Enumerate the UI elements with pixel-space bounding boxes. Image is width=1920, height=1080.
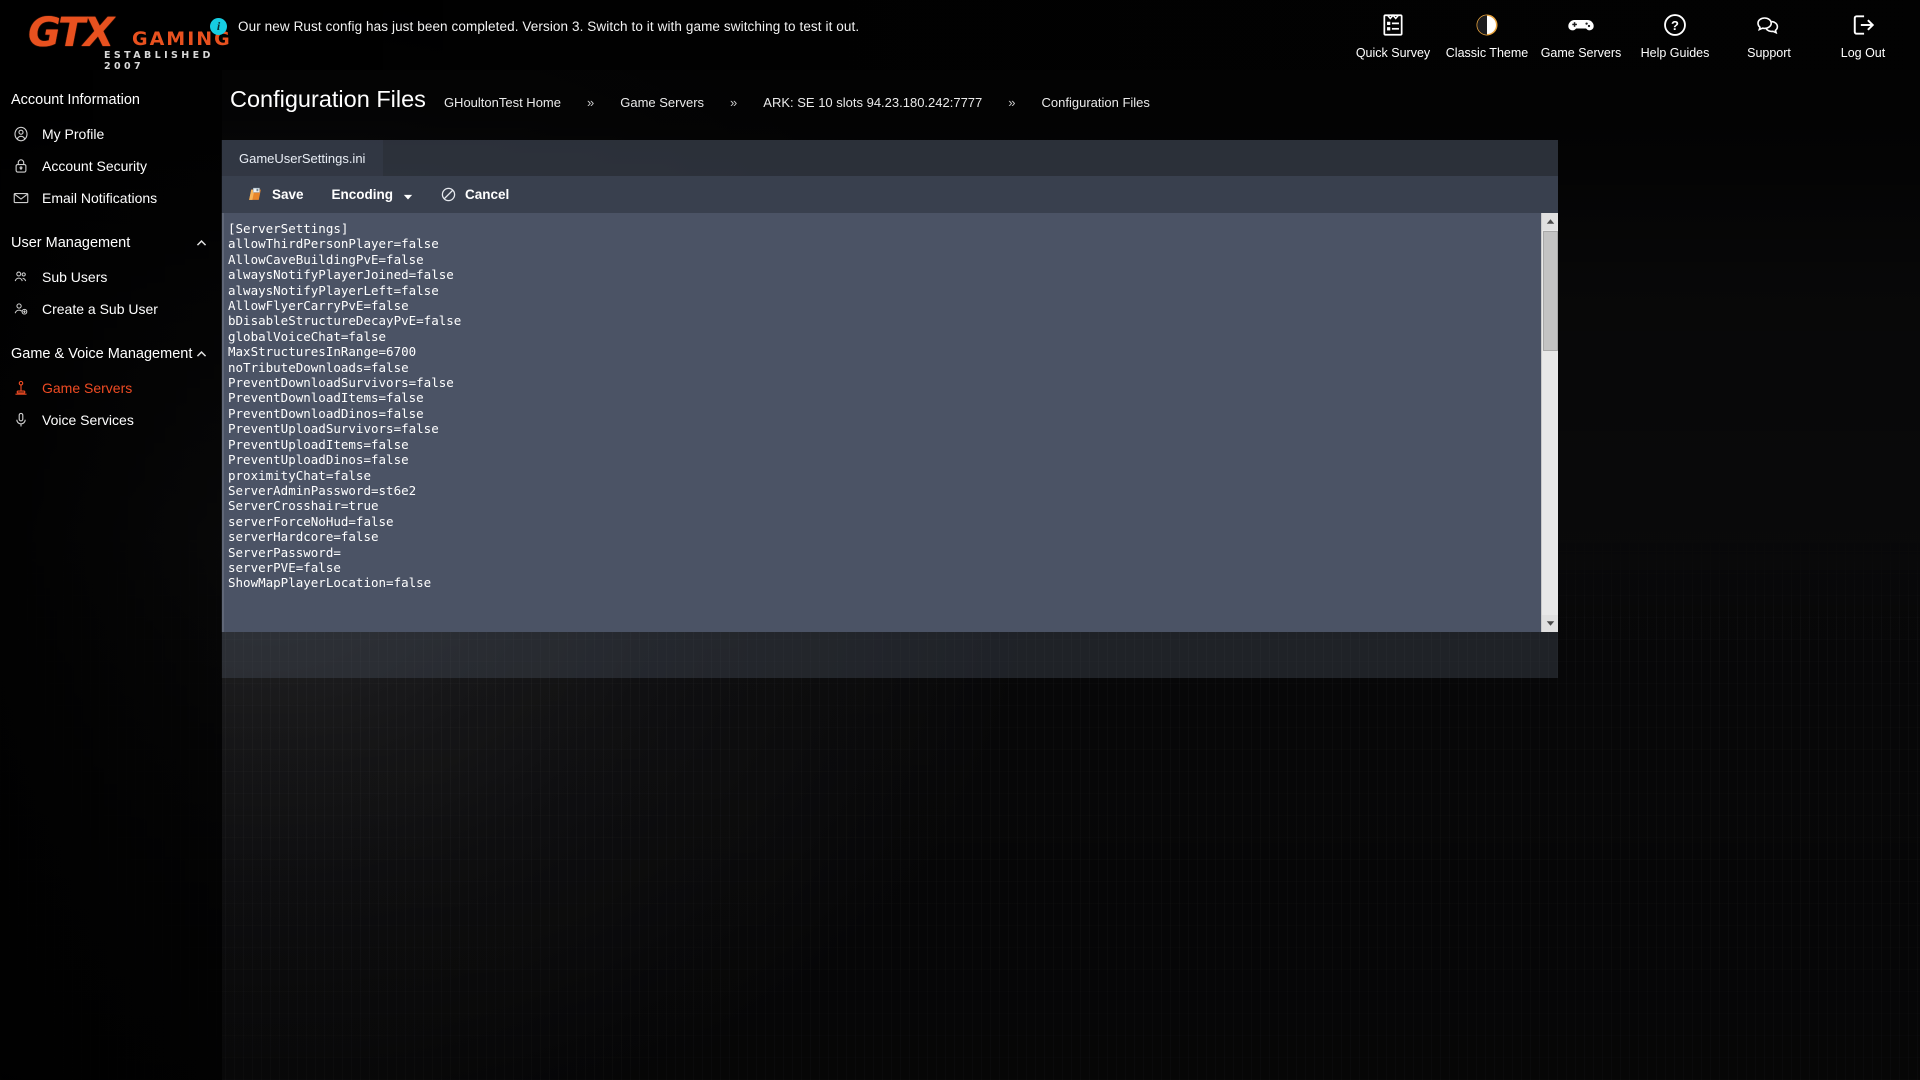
logout-icon <box>1850 10 1876 40</box>
sidebar-item-game-servers[interactable]: Game Servers <box>0 372 222 404</box>
save-button-label: Save <box>272 187 304 202</box>
tab-gameusersettings-ini[interactable]: GameUserSettings.ini <box>221 140 384 176</box>
header-nav-game-servers[interactable]: Game Servers <box>1534 6 1628 60</box>
header-nav: Quick Survey Classic Theme Game Servers … <box>1346 6 1910 60</box>
info-icon: i <box>210 18 227 35</box>
sidebar-item-email-notifications[interactable]: Email Notifications <box>0 182 222 214</box>
breadcrumb-item-server[interactable]: ARK: SE 10 slots 94.23.180.242:7777 <box>759 95 986 110</box>
notification-banner: i Our new Rust config has just been comp… <box>210 18 859 35</box>
editor-body: [ServerSettings] allowThirdPersonPlayer=… <box>221 213 1558 632</box>
breadcrumb-separator: » <box>1008 95 1016 110</box>
site-header: GTX GAMING ESTABLISHED 2007 i Our new Ru… <box>0 0 1920 72</box>
ban-circle-icon <box>440 186 457 203</box>
editor-scrollbar[interactable] <box>1541 213 1558 632</box>
scrollbar-up-arrow[interactable] <box>1542 213 1558 230</box>
config-editor-panel: GameUserSettings.ini Save Encoding Cance… <box>221 140 1558 632</box>
scrollbar-thumb[interactable] <box>1543 231 1558 351</box>
editor-toolbar: Save Encoding Cancel <box>221 176 1558 213</box>
chevron-up-icon <box>195 237 208 250</box>
header-nav-quick-survey[interactable]: Quick Survey <box>1346 6 1440 60</box>
sidebar: Account Information My Profile Account S… <box>0 70 222 1080</box>
encoding-dropdown[interactable]: Encoding <box>318 183 427 206</box>
sidebar-item-label: Game Servers <box>42 380 133 396</box>
header-nav-support[interactable]: Support <box>1722 6 1816 60</box>
sidebar-heading-account-information: Account Information <box>0 70 222 118</box>
cancel-button-label: Cancel <box>465 187 510 202</box>
sidebar-heading-game-voice-management[interactable]: Game & Voice Management <box>0 325 222 372</box>
joystick-icon <box>12 379 30 397</box>
panel-footer-strip <box>221 632 1558 678</box>
breadcrumb-item-current: Configuration Files <box>1041 95 1150 110</box>
header-nav-log-out[interactable]: Log Out <box>1816 6 1910 60</box>
chevron-down-icon <box>403 190 413 200</box>
cancel-button[interactable]: Cancel <box>426 182 523 207</box>
notification-text: Our new Rust config has just been comple… <box>238 19 860 34</box>
header-nav-classic-theme[interactable]: Classic Theme <box>1440 6 1534 60</box>
sidebar-heading-label: Game & Voice Management <box>11 346 193 362</box>
page-title: Configuration Files <box>230 86 426 112</box>
sidebar-heading-user-management[interactable]: User Management <box>0 214 222 261</box>
contrast-icon <box>1474 10 1500 40</box>
question-circle-icon: ? <box>1662 10 1688 40</box>
tab-label: GameUserSettings.ini <box>239 150 366 166</box>
header-nav-help-guides[interactable]: ? Help Guides <box>1628 6 1722 60</box>
sidebar-heading-label: Account Information <box>11 92 140 108</box>
breadcrumb-separator: » <box>587 95 595 110</box>
page-header: Configuration Files GHoultonTest Home » … <box>230 86 1154 113</box>
sidebar-heading-label: User Management <box>11 235 131 251</box>
sidebar-item-label: Voice Services <box>42 412 134 428</box>
header-nav-label: Support <box>1747 46 1791 60</box>
logo-gtx-text: GTX <box>28 10 114 56</box>
header-nav-label: Log Out <box>1840 46 1886 60</box>
user-plus-icon <box>12 300 30 318</box>
scrollbar-down-arrow[interactable] <box>1542 615 1558 632</box>
users-icon <box>12 268 30 286</box>
sidebar-item-label: Account Security <box>42 158 148 174</box>
logo-established-text: ESTABLISHED 2007 <box>104 50 214 72</box>
encoding-dropdown-label: Encoding <box>331 187 394 202</box>
sidebar-item-label: Email Notifications <box>42 190 158 206</box>
header-nav-label: Game Servers <box>1540 46 1622 60</box>
lock-icon <box>12 157 30 175</box>
sidebar-item-sub-users[interactable]: Sub Users <box>0 261 222 293</box>
config-text-area[interactable]: [ServerSettings] allowThirdPersonPlayer=… <box>224 213 1541 632</box>
breadcrumb-item-game-servers[interactable]: Game Servers <box>616 95 708 110</box>
sidebar-item-account-security[interactable]: Account Security <box>0 150 222 182</box>
sidebar-item-label: Create a Sub User <box>42 301 158 317</box>
header-nav-label: Help Guides <box>1640 46 1710 60</box>
microphone-icon <box>12 411 30 429</box>
save-button[interactable]: Save <box>233 182 318 207</box>
sidebar-item-label: Sub Users <box>42 269 108 285</box>
breadcrumb-separator: » <box>730 95 738 110</box>
sidebar-item-create-a-sub-user[interactable]: Create a Sub User <box>0 293 222 325</box>
breadcrumb: GHoultonTest Home » Game Servers » ARK: … <box>440 95 1154 110</box>
save-disk-icon <box>247 186 264 203</box>
editor-tabbar: GameUserSettings.ini <box>221 140 1558 176</box>
envelope-icon <box>12 189 30 207</box>
sidebar-item-my-profile[interactable]: My Profile <box>0 118 222 150</box>
gamepad-icon <box>1566 10 1596 40</box>
sidebar-item-label: My Profile <box>42 126 105 142</box>
user-circle-icon <box>12 125 30 143</box>
comments-icon <box>1755 10 1783 40</box>
header-nav-label: Classic Theme <box>1445 46 1529 60</box>
header-nav-label: Quick Survey <box>1355 46 1431 60</box>
survey-icon <box>1380 10 1406 40</box>
breadcrumb-item-home[interactable]: GHoultonTest Home <box>440 95 565 110</box>
svg-text:?: ? <box>1671 18 1679 33</box>
chevron-up-icon <box>195 348 208 361</box>
sidebar-item-voice-services[interactable]: Voice Services <box>0 404 222 436</box>
gtx-gaming-logo[interactable]: GTX GAMING ESTABLISHED 2007 <box>24 6 254 72</box>
